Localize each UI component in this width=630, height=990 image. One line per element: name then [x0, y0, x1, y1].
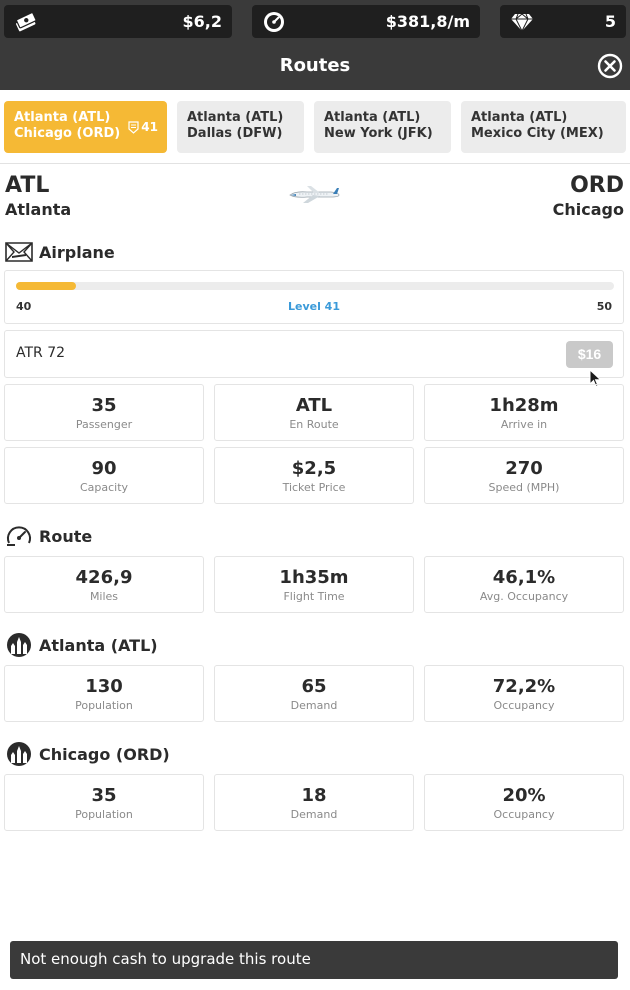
section-title: Atlanta (ATL): [39, 635, 158, 655]
level-label: Level 41: [287, 300, 340, 313]
stat-card: 130 Population: [4, 665, 204, 722]
stat-label: Passenger: [75, 418, 133, 431]
cash-value: $6,2: [182, 12, 222, 31]
city-icon: [7, 633, 31, 657]
origin-section-header: Atlanta (ATL): [5, 632, 158, 658]
tab-origin: Atlanta (ATL): [187, 110, 284, 125]
diamond-icon: [511, 13, 533, 33]
tab-level-value: 41: [141, 120, 158, 134]
airplane-section-header: Airplane: [5, 239, 115, 265]
stat-label: Ticket Price: [282, 481, 346, 494]
destination-section-header: Chicago (ORD): [5, 741, 170, 767]
route-tab-dallas[interactable]: Atlanta (ATL) Dallas (DFW): [177, 101, 304, 153]
section-title: Route: [39, 526, 93, 546]
airplane-model-name: ATR 72: [16, 345, 66, 361]
stat-label: Occupancy: [493, 808, 555, 821]
origin-city: Atlanta: [5, 200, 72, 219]
stat-label: Population: [75, 808, 133, 821]
route-section-header: Route: [5, 523, 92, 549]
resource-bar: $6,2 $381,8/m 5: [0, 0, 630, 43]
toast-message: Not enough cash to upgrade this route: [10, 941, 618, 979]
gems-value: 5: [604, 12, 616, 31]
page-title: Routes: [279, 55, 351, 76]
stat-value: 72,2%: [492, 676, 556, 697]
stat-label: Capacity: [79, 481, 129, 494]
stat-value: 1h35m: [279, 567, 349, 588]
cash-counter[interactable]: $6,2: [4, 5, 232, 38]
gems-counter[interactable]: 5: [500, 5, 626, 38]
airplane-model-row: ATR 72 $16: [4, 330, 624, 378]
tab-level-badge: 41: [128, 119, 158, 135]
stat-value: 35: [91, 395, 117, 416]
level-track: [16, 282, 614, 290]
tab-origin: Atlanta (ATL): [324, 110, 421, 125]
stat-value: 35: [91, 785, 117, 806]
hangar-icon: [5, 242, 33, 262]
stat-card: 1h35m Flight Time: [214, 556, 414, 613]
upgrade-button[interactable]: $16: [566, 341, 613, 368]
origin-code: ATL: [5, 173, 50, 198]
tab-destination: New York (JFK): [324, 126, 433, 141]
close-icon[interactable]: [597, 53, 623, 79]
stat-card: 426,9 Miles: [4, 556, 204, 613]
stat-label: Demand: [290, 808, 338, 821]
stat-card: 20% Occupancy: [424, 774, 624, 831]
section-title: Chicago (ORD): [39, 744, 170, 764]
stat-card: 35 Population: [4, 774, 204, 831]
stat-value: 20%: [502, 785, 546, 806]
tab-origin: Atlanta (ATL): [471, 110, 568, 125]
level-progress: 40 Level 41 50: [4, 270, 624, 324]
stat-label: Speed (MPH): [488, 481, 560, 494]
tab-destination: Mexico City (MEX): [471, 126, 604, 141]
route-tab-mexico-city[interactable]: Atlanta (ATL) Mexico City (MEX): [461, 101, 626, 153]
stat-value: 18: [301, 785, 327, 806]
stat-label: Occupancy: [493, 699, 555, 712]
destination-city: Chicago: [552, 200, 624, 219]
city-icon: [7, 742, 31, 766]
stat-card: 18 Demand: [214, 774, 414, 831]
tab-destination: Dallas (DFW): [187, 126, 283, 141]
destination-code: ORD: [570, 173, 624, 198]
stat-label: Arrive in: [500, 418, 548, 431]
stat-card: 270 Speed (MPH): [424, 447, 624, 504]
stat-card: 72,2% Occupancy: [424, 665, 624, 722]
route-tab-new-york[interactable]: Atlanta (ATL) New York (JFK): [314, 101, 451, 153]
stat-value: 1h28m: [489, 395, 559, 416]
stat-value: 270: [505, 458, 543, 479]
title-bar: Routes: [0, 43, 630, 90]
stat-value: 130: [85, 676, 123, 697]
stat-value: 46,1%: [492, 567, 556, 588]
airplane-icon: [289, 186, 340, 203]
gauge-icon: [7, 526, 31, 546]
stat-card: 65 Demand: [214, 665, 414, 722]
stat-label: Demand: [290, 699, 338, 712]
cash-icon: [15, 12, 37, 32]
income-counter[interactable]: $381,8/m: [252, 5, 480, 38]
income-value: $381,8/m: [385, 12, 470, 31]
stat-card: 35 Passenger: [4, 384, 204, 441]
stat-card: 1h28m Arrive in: [424, 384, 624, 441]
tabs-divider: [0, 163, 630, 164]
speedometer-icon: [264, 12, 284, 32]
level-fill: [16, 282, 76, 290]
stat-value: ATL: [295, 395, 333, 416]
stat-value: 426,9: [75, 567, 133, 588]
stat-value: 65: [301, 676, 327, 697]
stat-label: Avg. Occupancy: [479, 590, 569, 603]
stat-card: $2,5 Ticket Price: [214, 447, 414, 504]
stat-label: Population: [75, 699, 133, 712]
level-max: 50: [596, 300, 612, 313]
route-tab-chicago[interactable]: Atlanta (ATL) Chicago (ORD) 41: [4, 101, 167, 153]
section-title: Airplane: [39, 242, 115, 262]
stat-card: 46,1% Avg. Occupancy: [424, 556, 624, 613]
stat-value: 90: [91, 458, 117, 479]
stat-label: Flight Time: [283, 590, 345, 603]
stat-card: 90 Capacity: [4, 447, 204, 504]
stat-value: $2,5: [291, 458, 337, 479]
stat-card: ATL En Route: [214, 384, 414, 441]
level-badge-icon: [128, 120, 139, 134]
stat-label: Miles: [89, 590, 119, 603]
stat-label: En Route: [289, 418, 339, 431]
